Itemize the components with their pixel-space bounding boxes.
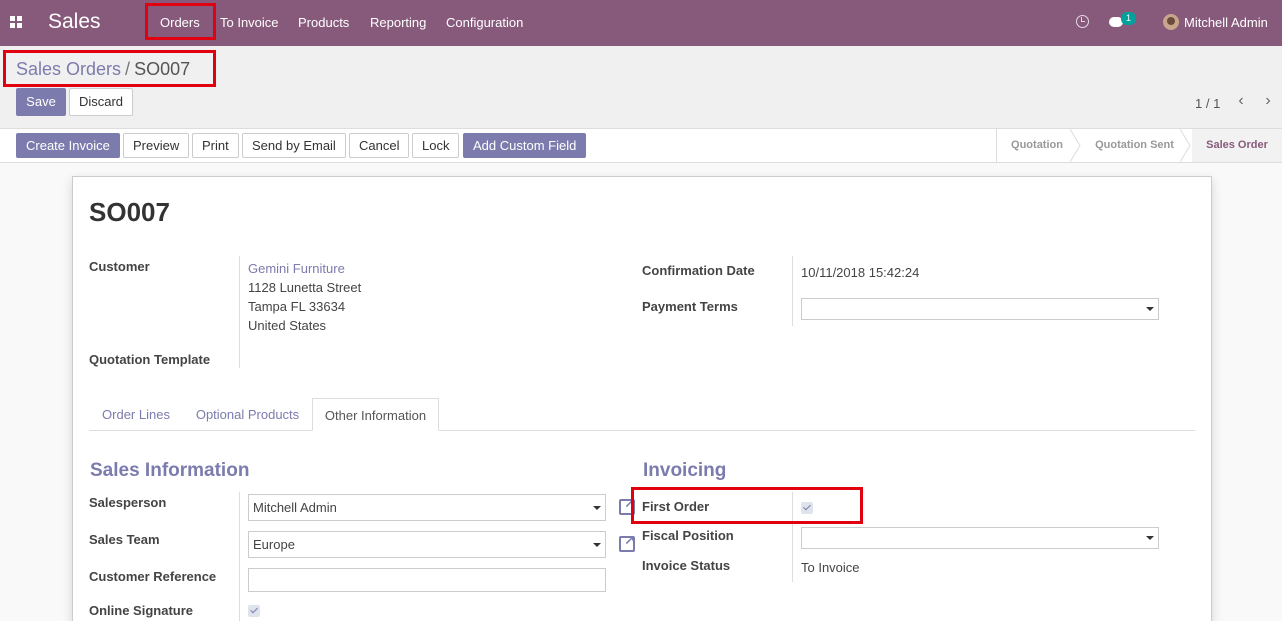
menu-configuration[interactable]: Configuration bbox=[446, 15, 523, 30]
save-button[interactable]: Save bbox=[16, 88, 66, 116]
breadcrumb-current: SO007 bbox=[134, 59, 191, 79]
fiscal-position-label: Fiscal Position bbox=[642, 528, 734, 543]
stage-quotation-sent[interactable]: Quotation Sent bbox=[1082, 129, 1187, 162]
invoice-status-value: To Invoice bbox=[801, 560, 860, 575]
first-order-checkbox[interactable] bbox=[801, 502, 813, 514]
add-custom-field-button[interactable]: Add Custom Field bbox=[463, 133, 587, 158]
external-link-icon[interactable] bbox=[619, 496, 635, 515]
tab-order-lines[interactable]: Order Lines bbox=[89, 398, 183, 431]
sales-team-select[interactable]: Europe bbox=[248, 531, 606, 558]
menu-to-invoice[interactable]: To Invoice bbox=[220, 15, 279, 30]
stage-arrow-icon bbox=[1070, 129, 1081, 162]
payment-terms-label: Payment Terms bbox=[642, 299, 738, 314]
sales-information-title: Sales Information bbox=[90, 460, 250, 481]
invoicing-title: Invoicing bbox=[643, 460, 727, 481]
user-avatar[interactable] bbox=[1163, 14, 1179, 30]
customer-label: Customer bbox=[89, 259, 150, 274]
external-link-icon[interactable] bbox=[619, 533, 635, 552]
user-menu-name[interactable]: Mitchell Admin bbox=[1184, 15, 1268, 30]
first-order-label: First Order bbox=[642, 499, 710, 514]
salesperson-label: Salesperson bbox=[89, 495, 167, 510]
breadcrumb-separator: / bbox=[125, 59, 131, 79]
field-divider bbox=[239, 256, 240, 368]
activity-clock-icon[interactable] bbox=[1076, 15, 1089, 28]
pager-previous-icon[interactable]: ‹ bbox=[1228, 89, 1254, 115]
stage-arrow-icon bbox=[1180, 129, 1191, 162]
caret-down-icon bbox=[593, 543, 601, 547]
caret-down-icon bbox=[1146, 536, 1154, 540]
field-divider bbox=[792, 492, 793, 582]
field-divider bbox=[792, 256, 793, 326]
breadcrumb-sales-orders[interactable]: Sales Orders bbox=[16, 59, 121, 79]
salesperson-value: Mitchell Admin bbox=[253, 500, 337, 515]
chat-count-badge: 1 bbox=[1121, 12, 1136, 25]
stage-sales-order[interactable]: Sales Order bbox=[1192, 129, 1282, 162]
pager-next-icon[interactable]: › bbox=[1255, 89, 1281, 115]
invoice-status-label: Invoice Status bbox=[642, 558, 731, 573]
order-title: SO007 bbox=[89, 197, 170, 227]
send-by-email-button[interactable]: Send by Email bbox=[242, 133, 346, 158]
preview-button[interactable]: Preview bbox=[123, 133, 190, 158]
breadcrumb: Sales Orders / SO007 bbox=[16, 59, 190, 80]
status-bar: Create Invoice Preview Print Send by Ema… bbox=[0, 129, 1282, 163]
top-navbar: Sales Orders To Invoice Products Reporti… bbox=[0, 0, 1282, 46]
discard-button[interactable]: Discard bbox=[69, 88, 133, 116]
menu-reporting[interactable]: Reporting bbox=[370, 15, 426, 30]
print-button[interactable]: Print bbox=[192, 133, 239, 158]
customer-address-street: 1128 Lunetta Street bbox=[248, 280, 362, 295]
sales-team-label: Sales Team bbox=[89, 532, 160, 547]
customer-reference-input[interactable] bbox=[248, 568, 606, 592]
menu-products[interactable]: Products bbox=[298, 15, 349, 30]
fiscal-position-select[interactable] bbox=[801, 527, 1159, 549]
lock-button[interactable]: Lock bbox=[412, 133, 460, 158]
payment-terms-select[interactable] bbox=[801, 298, 1159, 320]
tab-optional-products[interactable]: Optional Products bbox=[186, 398, 309, 431]
create-invoice-button[interactable]: Create Invoice bbox=[16, 133, 120, 158]
customer-reference-label: Customer Reference bbox=[89, 569, 217, 584]
pager-value[interactable]: 1 / 1 bbox=[1195, 96, 1220, 111]
customer-address-city: Tampa FL 33634 bbox=[248, 299, 346, 314]
salesperson-select[interactable]: Mitchell Admin bbox=[248, 494, 606, 521]
online-signature-checkbox[interactable] bbox=[248, 605, 260, 617]
customer-link[interactable]: Gemini Furniture bbox=[248, 261, 345, 276]
apps-menu-icon[interactable] bbox=[10, 16, 23, 29]
confirmation-date-value: 10/11/2018 15:42:24 bbox=[801, 265, 920, 280]
control-panel: Sales Orders / SO007 Save Discard 1 / 1 ‹ … bbox=[0, 46, 1282, 129]
online-signature-label: Online Signature bbox=[89, 603, 194, 618]
caret-down-icon bbox=[1146, 307, 1154, 311]
cancel-button[interactable]: Cancel bbox=[349, 133, 410, 158]
sales-team-value: Europe bbox=[253, 537, 295, 552]
customer-address-country: United States bbox=[248, 318, 327, 333]
confirmation-date-label: Confirmation Date bbox=[642, 263, 755, 278]
stage-quotation[interactable]: Quotation bbox=[997, 129, 1077, 162]
app-title: Sales bbox=[48, 10, 101, 33]
tab-other-information[interactable]: Other Information bbox=[312, 398, 439, 431]
caret-down-icon bbox=[593, 506, 601, 510]
quotation-template-label: Quotation Template bbox=[89, 352, 211, 367]
field-divider bbox=[239, 492, 240, 621]
menu-orders[interactable]: Orders bbox=[160, 15, 200, 30]
